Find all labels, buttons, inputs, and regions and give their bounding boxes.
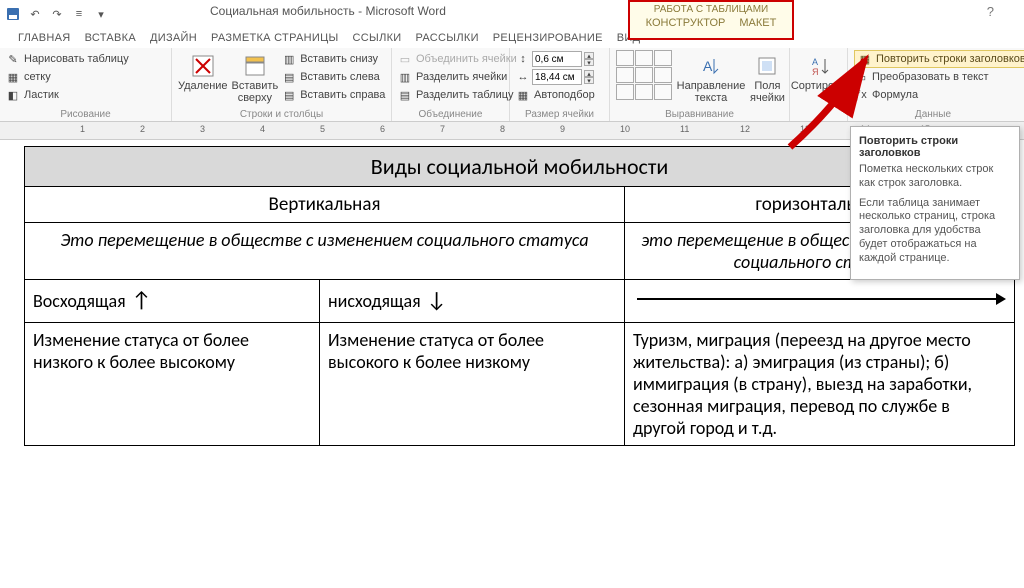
tooltip-title: Повторить строки заголовков bbox=[859, 135, 1011, 159]
sort-icon: AЯ bbox=[807, 52, 835, 80]
tab-home[interactable]: ГЛАВНАЯ bbox=[18, 32, 71, 44]
split-cells-button[interactable]: ▥Разделить ячейки bbox=[398, 68, 517, 86]
table-tools-contextual: РАБОТА С ТАБЛИЦАМИ КОНСТРУКТОР МАКЕТ bbox=[628, 0, 794, 40]
tooltip-text-2: Если таблица занимает несколько страниц,… bbox=[859, 197, 1011, 266]
group-drawing: ✎Нарисовать таблицу ▦сетку ◧Ластик Рисов… bbox=[0, 48, 172, 121]
cell-horizontal-desc[interactable]: Туризм, миграция (переезд на другое мест… bbox=[625, 323, 1015, 446]
help-icon[interactable]: ? bbox=[987, 4, 994, 19]
tab-insert[interactable]: ВСТАВКА bbox=[85, 32, 136, 44]
tooltip-repeat-header-rows: Повторить строки заголовков Пометка неск… bbox=[850, 126, 1020, 280]
merge-icon: ▭ bbox=[398, 52, 412, 66]
convert-icon: ▭ bbox=[854, 70, 868, 84]
right-arrow-icon bbox=[633, 286, 1006, 316]
split-table-button[interactable]: ▤Разделить таблицу bbox=[398, 86, 517, 104]
tab-page-layout[interactable]: РАЗМЕТКА СТРАНИЦЫ bbox=[211, 32, 339, 44]
formula-button[interactable]: ƒxФормула bbox=[854, 86, 1024, 104]
group-sort: AЯ Сортировка bbox=[790, 48, 848, 121]
text-direction-icon: A bbox=[697, 52, 725, 80]
svg-text:Я: Я bbox=[812, 67, 819, 77]
window-title: Социальная мобильность - Microsoft Word bbox=[210, 4, 446, 18]
tab-references[interactable]: ССЫЛКИ bbox=[353, 32, 402, 44]
tab-review[interactable]: РЕЦЕНЗИРОВАНИЕ bbox=[493, 32, 603, 44]
insert-right-button[interactable]: ▤Вставить справа bbox=[282, 86, 385, 104]
svg-text:A: A bbox=[703, 58, 713, 74]
more-icon[interactable]: ▾ bbox=[92, 5, 110, 23]
group-cell-size: ↕▴▾ ↔▴▾ ▦Автоподбор Размер ячейки bbox=[510, 48, 610, 121]
title-bar: ↶ ↷ ≡ ▾ Социальная мобильность - Microso… bbox=[0, 0, 1024, 28]
quick-access-toolbar: ↶ ↷ ≡ ▾ bbox=[0, 5, 110, 23]
insert-top-icon bbox=[241, 52, 269, 80]
group-data: ▦Повторить строки заголовков ▭Преобразов… bbox=[848, 48, 1018, 121]
cell-ascending[interactable]: Восходящая bbox=[25, 280, 320, 323]
cell-desc-desc[interactable]: Изменение статуса от более высокого к бо… bbox=[320, 323, 625, 446]
formula-icon: ƒx bbox=[854, 88, 868, 102]
ribbon-tabs: ГЛАВНАЯ ВСТАВКА ДИЗАЙН РАЗМЕТКА СТРАНИЦЫ… bbox=[0, 28, 1024, 48]
eraser-icon: ◧ bbox=[6, 88, 20, 102]
svg-text:A: A bbox=[812, 57, 818, 67]
pencil-icon: ✎ bbox=[6, 52, 20, 66]
save-icon[interactable] bbox=[4, 5, 22, 23]
group-merge: ▭Объединить ячейки ▥Разделить ячейки ▤Ра… bbox=[392, 48, 510, 121]
ribbon: ✎Нарисовать таблицу ▦сетку ◧Ластик Рисов… bbox=[0, 48, 1024, 122]
convert-to-text-button[interactable]: ▭Преобразовать в текст bbox=[854, 68, 1024, 86]
insert-bottom-icon: ▥ bbox=[282, 52, 296, 66]
col-width-input[interactable]: ↔▴▾ bbox=[516, 68, 595, 86]
grid-button[interactable]: ▦сетку bbox=[6, 68, 129, 86]
split-table-icon: ▤ bbox=[398, 88, 412, 102]
cell-margins-button[interactable]: Поля ячейки bbox=[750, 50, 785, 104]
autofit-icon: ▦ bbox=[516, 88, 530, 102]
text-direction-button[interactable]: A Направление текста bbox=[678, 50, 744, 104]
cell-descending[interactable]: нисходящая bbox=[320, 280, 625, 323]
autofit-button[interactable]: ▦Автоподбор bbox=[516, 86, 595, 104]
delete-button[interactable]: Удаление bbox=[178, 50, 228, 108]
tooltip-text-1: Пометка нескольких строк как строк загол… bbox=[859, 163, 1011, 191]
tab-design[interactable]: КОНСТРУКТОР bbox=[646, 17, 726, 29]
alignment-grid[interactable] bbox=[616, 50, 672, 100]
delete-icon bbox=[189, 52, 217, 80]
insert-bottom-button[interactable]: ▥Вставить снизу bbox=[282, 50, 385, 68]
insert-left-button[interactable]: ▤Вставить слева bbox=[282, 68, 385, 86]
bullets-icon[interactable]: ≡ bbox=[70, 5, 88, 23]
height-icon: ↕ bbox=[516, 52, 530, 66]
insert-right-icon: ▤ bbox=[282, 88, 296, 102]
col-vertical[interactable]: Вертикальная bbox=[25, 187, 625, 223]
merge-cells-button[interactable]: ▭Объединить ячейки bbox=[398, 50, 517, 68]
cell-horizontal-arrow[interactable] bbox=[625, 280, 1015, 323]
margins-icon bbox=[753, 52, 781, 80]
sort-button[interactable]: AЯ Сортировка bbox=[796, 50, 846, 121]
table-tools-label: РАБОТА С ТАБЛИЦАМИ bbox=[654, 2, 768, 15]
group-alignment: A Направление текста Поля ячейки Выравни… bbox=[610, 48, 790, 121]
group-rows-cols: Удаление Вставить сверху ▥Вставить снизу… bbox=[172, 48, 392, 121]
split-cells-icon: ▥ bbox=[398, 70, 412, 84]
eraser-button[interactable]: ◧Ластик bbox=[6, 86, 129, 104]
undo-icon[interactable]: ↶ bbox=[26, 5, 44, 23]
repeat-rows-icon: ▦ bbox=[858, 52, 872, 66]
repeat-header-rows-button[interactable]: ▦Повторить строки заголовков bbox=[854, 50, 1024, 68]
desc-vertical[interactable]: Это перемещение в обществе с изменением … bbox=[25, 223, 625, 280]
draw-table-button[interactable]: ✎Нарисовать таблицу bbox=[6, 50, 129, 68]
row-height-input[interactable]: ↕▴▾ bbox=[516, 50, 595, 68]
grid-icon: ▦ bbox=[6, 70, 20, 84]
cell-asc-desc[interactable]: Изменение статуса от более низкого к бол… bbox=[25, 323, 320, 446]
redo-icon[interactable]: ↷ bbox=[48, 5, 66, 23]
tab-layout[interactable]: МАКЕТ bbox=[739, 17, 776, 29]
tab-mailings[interactable]: РАССЫЛКИ bbox=[416, 32, 479, 44]
insert-top-button[interactable]: Вставить сверху bbox=[232, 50, 279, 108]
width-icon: ↔ bbox=[516, 70, 530, 84]
insert-left-icon: ▤ bbox=[282, 70, 296, 84]
tab-design-main[interactable]: ДИЗАЙН bbox=[150, 32, 197, 44]
